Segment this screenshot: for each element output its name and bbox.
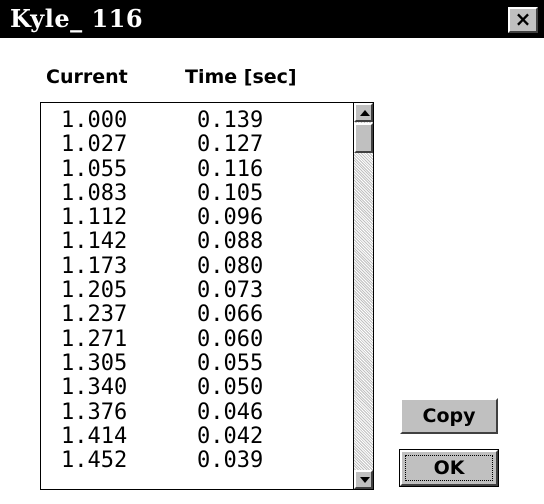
time-value: 0.046 bbox=[197, 399, 264, 425]
current-value: 1.205 bbox=[61, 278, 128, 304]
scroll-thumb[interactable] bbox=[354, 123, 373, 153]
list-item[interactable]: 1.205 0.073 bbox=[61, 279, 263, 303]
list-item[interactable]: 1.000 0.139 bbox=[61, 109, 263, 133]
current-value: 1.271 bbox=[61, 326, 128, 352]
list-item[interactable]: 1.083 0.105 bbox=[61, 180, 264, 206]
current-value: 1.055 bbox=[61, 156, 128, 182]
time-value: 0.127 bbox=[197, 132, 264, 158]
time-value: 0.042 bbox=[197, 423, 264, 449]
arrow-down-icon bbox=[360, 477, 370, 483]
scroll-up-button[interactable] bbox=[354, 103, 373, 122]
ok-button[interactable]: OK bbox=[399, 449, 499, 487]
window-title: Kyle_ 116 bbox=[10, 4, 144, 33]
time-value: 0.080 bbox=[197, 253, 264, 279]
list-item[interactable]: 1.340 0.050 bbox=[61, 376, 263, 400]
arrow-up-icon bbox=[360, 110, 370, 116]
column-header-current: Current bbox=[46, 66, 128, 88]
current-value: 1.173 bbox=[61, 253, 128, 279]
time-value: 0.055 bbox=[197, 350, 264, 376]
list-item[interactable]: 1.055 0.116 bbox=[61, 156, 264, 182]
list-item[interactable]: 1.271 0.060 bbox=[61, 326, 264, 352]
list-item[interactable]: 1.237 0.066 bbox=[61, 303, 263, 327]
current-value: 1.414 bbox=[61, 423, 128, 449]
current-value: 1.112 bbox=[61, 205, 128, 231]
current-value: 1.237 bbox=[61, 302, 128, 328]
close-icon: × bbox=[514, 7, 532, 31]
time-value: 0.039 bbox=[197, 448, 264, 474]
current-value: 1.027 bbox=[61, 132, 128, 158]
current-value: 1.000 bbox=[61, 108, 128, 133]
copy-button[interactable]: Copy bbox=[400, 398, 498, 434]
dialog-window: Kyle_ 116 × Current Time [sec] 1.000 0.13… bbox=[0, 0, 544, 504]
time-value: 0.139 bbox=[197, 108, 264, 133]
current-value: 1.305 bbox=[61, 350, 128, 376]
list-item[interactable]: 1.173 0.080 bbox=[61, 253, 264, 279]
data-listbox[interactable]: 1.000 0.139 1.027 0.127 1.055 0.116 1.083 0.105… bbox=[40, 102, 374, 490]
time-value: 0.096 bbox=[197, 205, 264, 231]
time-value: 0.066 bbox=[197, 302, 264, 328]
scroll-down-button[interactable] bbox=[354, 470, 373, 489]
time-value: 0.105 bbox=[197, 180, 264, 206]
list-item[interactable]: 1.142 0.088 bbox=[61, 230, 263, 254]
list-item[interactable]: 1.376 0.046 bbox=[61, 399, 264, 425]
current-value: 1.376 bbox=[61, 399, 128, 425]
list-rows: 1.000 0.139 1.027 0.127 1.055 0.116 1.083 0.105… bbox=[61, 109, 263, 473]
time-value: 0.116 bbox=[197, 156, 264, 182]
current-value: 1.083 bbox=[61, 180, 128, 206]
title-bar[interactable]: Kyle_ 116 × bbox=[0, 0, 544, 38]
ok-button-label: OK bbox=[433, 457, 465, 479]
list-item[interactable]: 1.027 0.127 bbox=[61, 133, 263, 157]
time-value: 0.060 bbox=[197, 326, 264, 352]
time-value: 0.050 bbox=[197, 375, 264, 401]
column-header-time: Time [sec] bbox=[185, 66, 297, 88]
vertical-scrollbar[interactable] bbox=[353, 103, 373, 489]
current-value: 1.340 bbox=[61, 375, 128, 401]
time-value: 0.073 bbox=[197, 278, 264, 304]
current-value: 1.452 bbox=[61, 448, 128, 474]
current-value: 1.142 bbox=[61, 229, 128, 255]
list-item[interactable]: 1.305 0.055 bbox=[61, 350, 264, 376]
list-item[interactable]: 1.112 0.096 bbox=[61, 206, 263, 230]
list-item[interactable]: 1.452 0.039 bbox=[61, 449, 263, 473]
close-button[interactable]: × bbox=[508, 7, 538, 33]
list-item[interactable]: 1.414 0.042 bbox=[61, 423, 264, 449]
time-value: 0.088 bbox=[197, 229, 264, 255]
